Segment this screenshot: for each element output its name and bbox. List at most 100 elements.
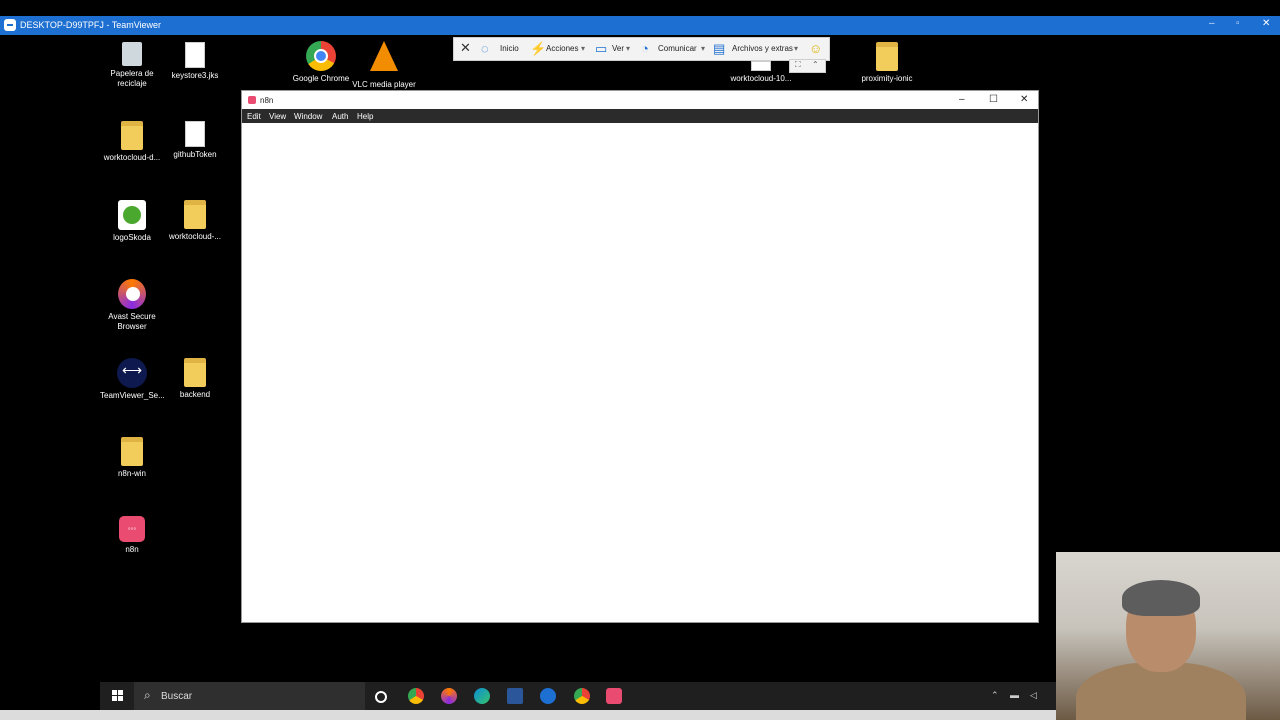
desktop-icon-label: VLC media player	[352, 80, 416, 89]
teamviewer-remote-toolbar: ✕ ◌ Inicio ⚡ Acciones ▾ ▭ Ver ▾ ◔ Comuni…	[453, 37, 830, 61]
home-icon: ◌	[481, 41, 489, 56]
desktop-icon-worktocloud-10[interactable]: worktocloud-10...	[729, 61, 793, 84]
n8n-icon	[119, 516, 145, 542]
vlc-icon	[370, 41, 398, 71]
taskbar-edge-icon[interactable]	[474, 688, 490, 704]
desktop-icon-logoskoda[interactable]: logoSkoda	[100, 200, 164, 243]
file-transfer-icon: ▤	[713, 41, 726, 56]
file-icon	[185, 42, 205, 68]
taskbar-chrome-icon[interactable]	[408, 688, 424, 704]
menu-window[interactable]: Window	[294, 112, 322, 121]
maximize-icon[interactable]: ▫	[1236, 18, 1240, 29]
taskbar-search-box[interactable]: ⌕ Buscar	[134, 682, 365, 710]
close-icon[interactable]: ✕	[1020, 94, 1028, 105]
toolbar-comunicar-button[interactable]: Comunicar	[658, 44, 697, 53]
close-icon[interactable]: ✕	[1262, 18, 1270, 29]
taskbar-chrome-profile-icon[interactable]	[574, 688, 590, 704]
folder-icon	[184, 200, 206, 229]
volume-icon[interactable]: ◁	[1030, 690, 1037, 701]
desktop-icon-vlc[interactable]: VLC media player	[352, 41, 416, 90]
folder-icon	[184, 358, 206, 387]
desktop-icon-teamviewer-setup[interactable]: TeamViewer_Se...	[100, 358, 165, 401]
search-placeholder: Buscar	[161, 691, 193, 702]
desktop-icon-label: Avast Secure Browser	[108, 312, 156, 331]
search-icon: ⌕	[144, 688, 151, 702]
maximize-icon[interactable]: ☐	[989, 94, 998, 105]
toolbar-acciones-button[interactable]: Acciones	[546, 44, 578, 53]
desktop-icon-label: backend	[179, 390, 211, 399]
n8n-window-title: n8n	[260, 96, 274, 105]
menu-help[interactable]: Help	[357, 112, 373, 121]
desktop-icon-label: n8n-win	[117, 469, 146, 478]
presenter-hair	[1122, 580, 1200, 616]
folder-icon	[876, 42, 898, 71]
toolbar-ver-button[interactable]: Ver	[612, 44, 624, 53]
n8n-menubar: Edit View Window Auth Help	[242, 109, 1038, 123]
monitor-icon: ▭	[595, 41, 608, 56]
desktop-icon-keystore[interactable]: keystore3.jks	[163, 42, 227, 81]
menu-view[interactable]: View	[269, 112, 286, 121]
desktop-icon-recycle-bin[interactable]: Papelera de reciclaje	[100, 42, 164, 89]
desktop-icon-label: Google Chrome	[292, 74, 350, 83]
chevron-up-icon[interactable]: ⌃	[991, 690, 999, 701]
desktop-icon-label: githubToken	[173, 150, 217, 159]
emoji-icon[interactable]: ☺	[809, 41, 822, 56]
desktop-icon-avast-browser[interactable]: Avast Secure Browser	[100, 279, 164, 332]
battery-icon: ▬	[1010, 690, 1019, 700]
chevron-down-icon: ▾	[794, 44, 799, 53]
menu-edit[interactable]: Edit	[247, 112, 261, 121]
chevron-down-icon: ▾	[701, 44, 706, 53]
desktop-icon-proximity-ionic[interactable]: proximity-ionic	[855, 42, 919, 84]
fullscreen-icon[interactable]: ⛶	[795, 60, 801, 70]
n8n-window-titlebar: n8n – ☐ ✕	[242, 91, 1038, 109]
zip-folder-icon	[121, 437, 143, 466]
image-file-icon	[118, 200, 146, 230]
windows-start-icon[interactable]	[112, 690, 123, 701]
chevron-down-icon: ▾	[581, 44, 586, 53]
toolbar-close-button[interactable]: ✕	[460, 40, 471, 56]
teamviewer-window-title: DESKTOP-D99TPFJ - TeamViewer	[20, 20, 162, 30]
file-icon	[185, 121, 205, 147]
desktop-icon-label: worktocloud-...	[168, 232, 222, 241]
desktop-icon-label: keystore3.jks	[171, 71, 219, 80]
n8n-content-area	[242, 123, 1038, 622]
toolbar-archivos-button[interactable]: Archivos y extras	[732, 44, 793, 53]
file-icon	[751, 61, 771, 71]
desktop-icon-worktocloud-d[interactable]: worktocloud-d...	[100, 121, 164, 163]
desktop-icon-n8n-win[interactable]: n8n-win	[100, 437, 164, 479]
avast-icon	[118, 279, 146, 309]
taskbar-word-icon[interactable]	[507, 688, 523, 704]
toolbar-inicio-button[interactable]: Inicio	[500, 44, 519, 53]
chrome-icon	[306, 41, 336, 71]
desktop-icon-backend[interactable]: backend	[163, 358, 227, 400]
desktop-icon-label: TeamViewer_Se...	[100, 391, 165, 400]
toolbar-collapse-controls[interactable]: ⛶ ⌃	[789, 59, 826, 73]
desktop-icon-label: worktocloud-d...	[103, 153, 161, 162]
desktop-icon-githubtoken[interactable]: githubToken	[163, 121, 227, 160]
chevron-down-icon: ▾	[626, 44, 631, 53]
taskbar-n8n-icon[interactable]	[606, 688, 622, 704]
desktop-icon-label: worktocloud-10...	[730, 74, 792, 83]
minimize-icon[interactable]: –	[959, 94, 965, 105]
folder-icon	[121, 121, 143, 150]
teamviewer-icon	[117, 358, 147, 388]
desktop-icon-n8n[interactable]: n8n	[100, 516, 164, 555]
taskbar-avast-icon[interactable]	[441, 688, 457, 704]
chat-icon: ◔	[641, 41, 649, 56]
task-view-icon[interactable]	[375, 691, 387, 703]
desktop-icon-label: proximity-ionic	[861, 74, 913, 83]
desktop-icon-worktocloud-2[interactable]: worktocloud-...	[163, 200, 227, 242]
desktop-icon-label: n8n	[125, 545, 139, 554]
recycle-bin-icon	[122, 42, 142, 66]
lightning-icon: ⚡	[530, 41, 547, 56]
minimize-icon[interactable]: –	[1209, 18, 1215, 29]
windows-taskbar: ⌕ Buscar ⌃ ▬ ◁	[100, 682, 1180, 710]
taskbar-teamviewer-icon[interactable]	[540, 688, 556, 704]
chevron-up-icon[interactable]: ⌃	[812, 60, 819, 69]
desktop-icon-label: logoSkoda	[113, 233, 151, 242]
desktop-icon-google-chrome[interactable]: Google Chrome	[289, 41, 353, 84]
menu-auth[interactable]: Auth	[332, 112, 348, 121]
desktop-icon-label: Papelera de reciclaje	[110, 69, 154, 88]
teamviewer-titlebar: DESKTOP-D99TPFJ - TeamViewer – ▫ ✕	[0, 16, 1280, 35]
teamviewer-logo-icon	[4, 19, 16, 31]
